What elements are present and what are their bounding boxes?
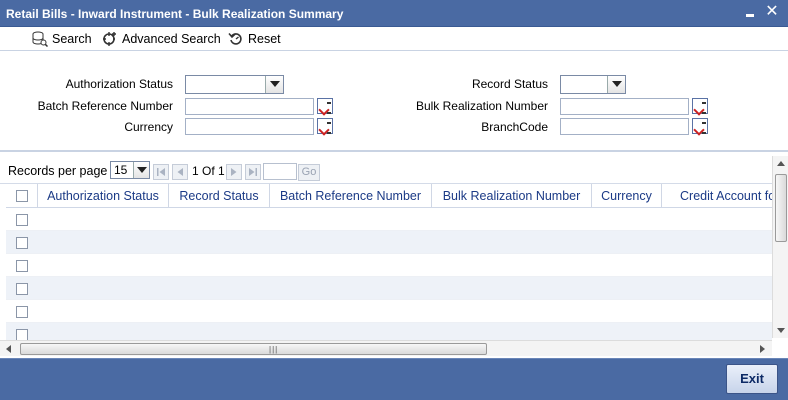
currency-label: Currency (124, 120, 173, 134)
records-per-page-value: 15 (114, 163, 128, 177)
results-grid: Records per page 15 1 Of 1 Go Authorizat… (0, 154, 788, 357)
search-button-label: Search (52, 32, 92, 46)
batch-reference-number-label: Batch Reference Number (37, 99, 173, 113)
currency-input[interactable] (185, 118, 314, 135)
footer-bar: Exit (0, 358, 788, 400)
column-header-bulk-realization-number[interactable]: Bulk Realization Number (432, 184, 592, 207)
records-per-page-select[interactable]: 15 (110, 161, 150, 179)
column-header-credit-account[interactable]: Credit Account fo (662, 184, 772, 207)
column-header-batch-reference-number[interactable]: Batch Reference Number (270, 184, 432, 207)
row-checkbox[interactable] (16, 214, 28, 226)
horizontal-scroll-thumb[interactable]: ||| (20, 343, 487, 355)
chevron-down-icon (607, 76, 625, 93)
row-checkbox[interactable] (16, 283, 28, 295)
window-titlebar: Retail Bills - Inward Instrument - Bulk … (0, 0, 788, 27)
batch-reference-lov-icon[interactable] (317, 98, 333, 114)
close-icon[interactable]: ✕ (764, 4, 780, 20)
row-checkbox[interactable] (16, 329, 28, 340)
row-checkbox[interactable] (16, 260, 28, 272)
currency-lov-icon[interactable] (317, 118, 333, 134)
table-row[interactable] (6, 208, 772, 231)
chevron-down-icon (265, 76, 283, 93)
branch-code-lov-icon[interactable] (692, 118, 708, 134)
select-all-cell (6, 184, 38, 207)
reset-icon (228, 31, 244, 47)
branch-code-label: BranchCode (481, 120, 548, 134)
record-status-select[interactable] (560, 75, 626, 94)
scroll-up-icon[interactable] (777, 161, 785, 166)
first-page-icon[interactable] (153, 164, 169, 180)
horizontal-scrollbar[interactable]: ||| (0, 340, 772, 356)
table-row[interactable] (6, 277, 772, 300)
next-page-icon[interactable] (226, 164, 242, 180)
pager: Records per page 15 1 Of 1 Go (0, 154, 772, 184)
database-search-icon (32, 31, 49, 48)
advanced-search-button[interactable]: Advanced Search (102, 30, 221, 48)
exit-button[interactable]: Exit (726, 364, 778, 394)
window-title: Retail Bills - Inward Instrument - Bulk … (6, 7, 344, 21)
vertical-scrollbar[interactable] (772, 156, 788, 338)
search-criteria-form: Authorization Status Record Status Batch… (0, 52, 788, 152)
last-page-icon[interactable] (245, 164, 261, 180)
search-button[interactable]: Search (32, 30, 92, 48)
vertical-scroll-thumb[interactable] (775, 174, 787, 242)
branch-code-input[interactable] (560, 118, 689, 135)
reset-label: Reset (248, 32, 281, 46)
table-row[interactable] (6, 323, 772, 340)
table-row[interactable] (6, 231, 772, 254)
scroll-down-icon[interactable] (777, 328, 785, 333)
go-button[interactable]: Go (298, 164, 320, 181)
grid-header: Authorization Status Record Status Batch… (6, 184, 772, 208)
column-header-authorization-status[interactable]: Authorization Status (38, 184, 169, 207)
bulk-realization-lov-icon[interactable] (692, 98, 708, 114)
batch-reference-number-input[interactable] (185, 98, 314, 115)
page-number-input[interactable] (263, 163, 297, 180)
scroll-right-icon[interactable] (760, 345, 765, 353)
authorization-status-select[interactable] (185, 75, 284, 94)
grid-rows (6, 208, 772, 340)
minimize-icon[interactable] (744, 8, 756, 20)
scroll-left-icon[interactable] (6, 345, 11, 353)
bulk-realization-number-input[interactable] (560, 98, 689, 115)
table-row[interactable] (6, 300, 772, 323)
reset-button[interactable]: Reset (228, 30, 281, 48)
column-header-currency[interactable]: Currency (592, 184, 662, 207)
previous-page-icon[interactable] (172, 164, 188, 180)
row-checkbox[interactable] (16, 237, 28, 249)
record-status-label: Record Status (471, 77, 548, 91)
grip-icon: ||| (269, 345, 279, 354)
select-all-checkbox[interactable] (16, 190, 28, 202)
advanced-search-label: Advanced Search (122, 32, 221, 46)
advanced-search-icon (102, 31, 118, 47)
records-per-page-label: Records per page (8, 164, 108, 178)
page-info: 1 Of 1 (192, 164, 225, 178)
chevron-down-icon (133, 162, 149, 178)
table-row[interactable] (6, 254, 772, 277)
bulk-realization-number-label: Bulk Realization Number (415, 99, 548, 113)
column-header-record-status[interactable]: Record Status (169, 184, 270, 207)
toolbar: Search Advanced Search Reset (0, 27, 788, 51)
authorization-status-label: Authorization Status (65, 77, 173, 91)
row-checkbox[interactable] (16, 306, 28, 318)
